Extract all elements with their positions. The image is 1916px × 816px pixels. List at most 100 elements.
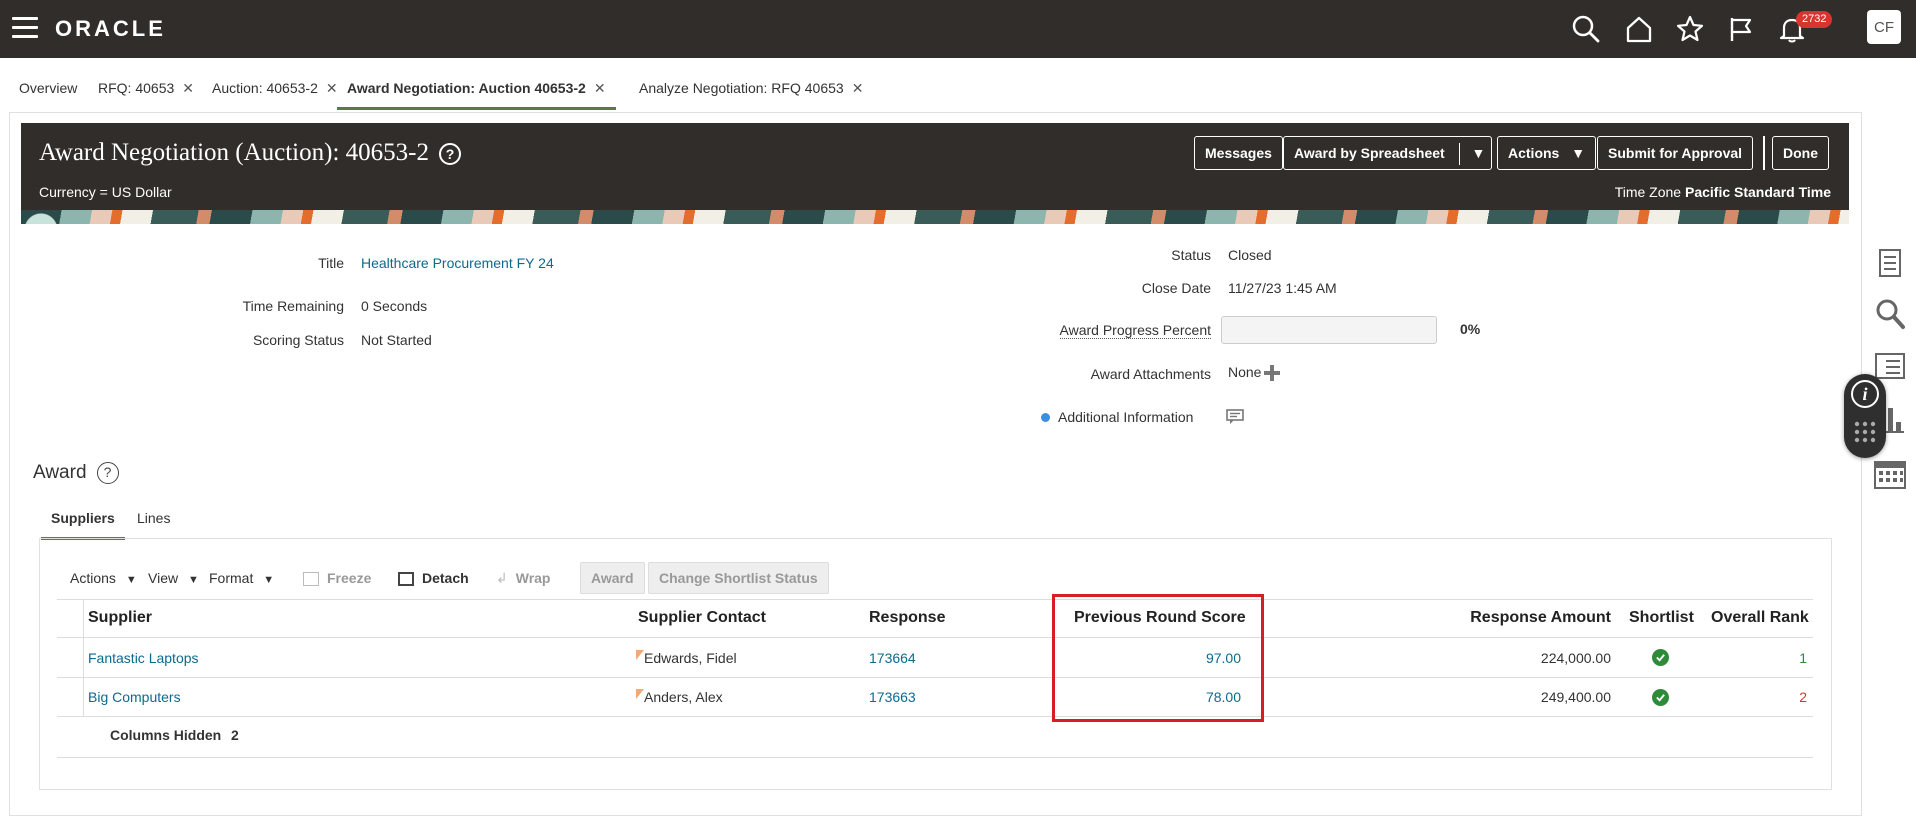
- title-value-link[interactable]: Healthcare Procurement FY 24: [361, 255, 554, 271]
- tab-rfq[interactable]: RFQ: 40653 ✕: [98, 70, 194, 110]
- freeze-icon: [303, 572, 319, 587]
- submit-for-approval-button[interactable]: Submit for Approval: [1597, 136, 1754, 170]
- change-shortlist-status-button[interactable]: Change Shortlist Status: [648, 562, 829, 594]
- freeze-button[interactable]: Freeze: [303, 570, 371, 587]
- comment-icon[interactable]: [1226, 409, 1244, 425]
- award-by-spreadsheet-button[interactable]: Award by Spreadsheet ▼: [1283, 136, 1493, 170]
- tab-label: Overview: [19, 80, 78, 96]
- tab-bar: Overview RFQ: 40653 ✕ Auction: 40653-2 ✕ A…: [0, 70, 1916, 110]
- supplier-contact: Anders, Alex: [644, 689, 723, 705]
- chevron-down-icon: ▼: [125, 574, 137, 586]
- global-header: ORACLE 2732 CF: [0, 0, 1916, 58]
- floating-help-toolbar: i: [1844, 374, 1886, 458]
- close-icon[interactable]: ✕: [594, 80, 606, 96]
- done-button[interactable]: Done: [1772, 136, 1829, 170]
- tab-overview[interactable]: Overview: [19, 70, 77, 110]
- column-header-shortlist[interactable]: Shortlist: [1629, 609, 1694, 627]
- table-divider: [57, 677, 1813, 678]
- star-icon[interactable]: [1675, 14, 1705, 44]
- check-circle-icon: [1652, 689, 1669, 706]
- detach-icon: [398, 572, 414, 587]
- messages-button[interactable]: Messages: [1194, 136, 1283, 170]
- menu-label: Actions: [70, 570, 116, 586]
- wrap-icon: ↲: [496, 570, 508, 586]
- response-amount: 249,400.00: [1540, 689, 1611, 705]
- tab-award-negotiation[interactable]: Award Negotiation: Auction 40653-2 ✕: [337, 70, 616, 110]
- response-link[interactable]: 173663: [869, 689, 916, 705]
- table-view-menu[interactable]: View ▼: [148, 570, 199, 586]
- flag-marker-icon: [636, 650, 644, 660]
- time-remaining-value: 0 Seconds: [361, 298, 428, 314]
- award-section-heading: Award?: [33, 462, 119, 484]
- table-divider: [57, 637, 1813, 638]
- close-icon[interactable]: ✕: [326, 80, 338, 96]
- search-icon[interactable]: [1571, 14, 1601, 44]
- tab-auction[interactable]: Auction: 40653-2 ✕: [212, 70, 338, 110]
- highlight-annotation-box: [1052, 594, 1264, 722]
- detach-button[interactable]: Detach: [398, 570, 469, 587]
- award-attachments-label: Award Attachments: [1090, 366, 1211, 382]
- column-header-response[interactable]: Response: [869, 609, 945, 627]
- table-divider: [57, 599, 1813, 600]
- help-icon[interactable]: ?: [96, 462, 119, 484]
- column-header-supplier[interactable]: Supplier: [88, 609, 152, 627]
- overall-rank: 2: [1799, 689, 1807, 705]
- close-date-value: 11/27/23 1:45 AM: [1228, 280, 1337, 296]
- user-avatar[interactable]: CF: [1867, 10, 1901, 44]
- table-actions-menu[interactable]: Actions ▼: [70, 570, 137, 586]
- notification-badge: 2732: [1796, 11, 1833, 28]
- subtab-lines[interactable]: Lines: [127, 506, 180, 540]
- wrap-button[interactable]: ↲ Wrap: [496, 570, 550, 587]
- status-label: Status: [1171, 247, 1211, 263]
- apps-grid-icon[interactable]: [1853, 420, 1877, 444]
- home-icon[interactable]: [1624, 14, 1654, 44]
- tab-label: Award Negotiation: Auction 40653-2: [347, 80, 586, 96]
- calendar-icon[interactable]: [1872, 456, 1908, 492]
- column-header-response-amount[interactable]: Response Amount: [1470, 609, 1611, 627]
- chevron-down-icon[interactable]: ▼: [1471, 137, 1485, 169]
- button-label: Actions: [1508, 145, 1560, 161]
- award-progress-label: Award Progress Percent: [1059, 322, 1211, 339]
- oracle-logo[interactable]: ORACLE: [55, 16, 166, 42]
- info-icon[interactable]: i: [1851, 380, 1879, 408]
- subtab-suppliers[interactable]: Suppliers: [41, 506, 125, 540]
- chevron-down-icon: ▼: [263, 574, 275, 586]
- column-header-supplier-contact[interactable]: Supplier Contact: [638, 609, 766, 627]
- award-attachments-value: None: [1228, 364, 1262, 380]
- response-link[interactable]: 173664: [869, 650, 916, 666]
- table-format-menu[interactable]: Format ▼: [209, 570, 274, 586]
- document-icon[interactable]: [1872, 246, 1908, 282]
- column-header-overall-rank[interactable]: Overall Rank: [1711, 609, 1809, 627]
- decorative-banner: [21, 210, 1849, 224]
- supplier-contact: Edwards, Fidel: [644, 650, 737, 666]
- actions-menu-button[interactable]: Actions ▼: [1497, 136, 1597, 170]
- flag-icon[interactable]: [1726, 14, 1756, 44]
- columns-hidden-label: Columns Hidden: [110, 727, 222, 743]
- tab-label: Auction: 40653-2: [212, 80, 318, 96]
- table-divider: [57, 757, 1813, 758]
- menu-icon[interactable]: [12, 17, 38, 39]
- tab-label: Analyze Negotiation: RFQ 40653: [639, 80, 844, 96]
- scoring-status-value: Not Started: [361, 332, 432, 348]
- chevron-down-icon: ▼: [1571, 145, 1586, 161]
- currency-label: Currency = US Dollar: [39, 184, 172, 200]
- page-header: Award Negotiation (Auction): 40653-2? Cu…: [21, 123, 1849, 224]
- help-icon[interactable]: ?: [438, 143, 461, 166]
- button-label: Award by Spreadsheet: [1294, 145, 1445, 161]
- close-icon[interactable]: ✕: [182, 80, 194, 96]
- info-dot-icon: [1041, 413, 1050, 422]
- supplier-link[interactable]: Fantastic Laptops: [88, 650, 199, 666]
- tab-label: RFQ: 40653: [98, 80, 175, 96]
- tab-analyze-negotiation[interactable]: Analyze Negotiation: RFQ 40653 ✕: [639, 70, 863, 110]
- award-button[interactable]: Award: [580, 562, 645, 594]
- close-icon[interactable]: ✕: [852, 80, 864, 96]
- time-remaining-label: Time Remaining: [242, 298, 344, 314]
- supplier-link[interactable]: Big Computers: [88, 689, 181, 705]
- add-attachment-icon[interactable]: [1263, 364, 1281, 382]
- award-progress-value: 0%: [1460, 321, 1481, 337]
- menu-label: View: [148, 570, 179, 586]
- page-title: Award Negotiation (Auction): 40653-2?: [39, 139, 461, 167]
- button-label: Wrap: [515, 570, 551, 586]
- search-icon[interactable]: [1872, 296, 1908, 332]
- close-date-label: Close Date: [1141, 280, 1211, 296]
